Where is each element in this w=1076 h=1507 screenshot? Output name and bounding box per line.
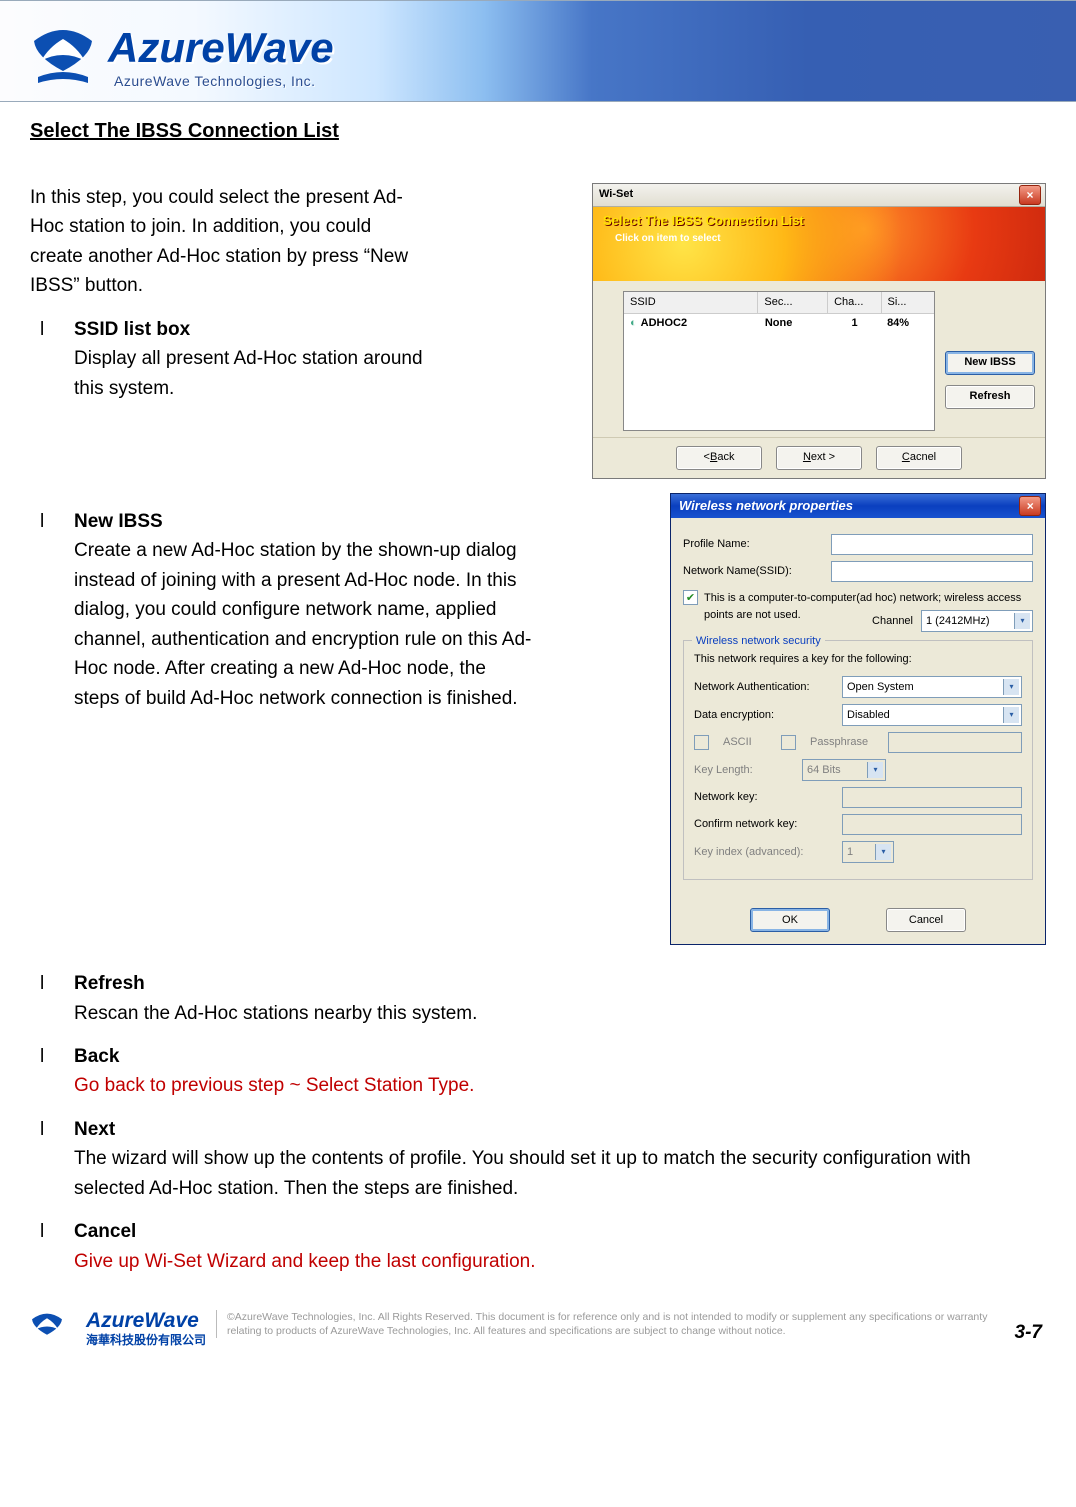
ascii-checkbox xyxy=(694,735,709,750)
item-title: New IBSS xyxy=(74,511,163,532)
item-body: Rescan the Ad-Hoc stations nearby this s… xyxy=(74,1003,477,1024)
col-sec: Sec... xyxy=(758,292,828,313)
keylen-label: Key Length: xyxy=(694,762,794,779)
netkey-input xyxy=(842,787,1022,808)
wiset-dialog: Wi-Set × Select The IBSS Connection List… xyxy=(592,183,1046,479)
ssid-input[interactable] xyxy=(831,561,1033,582)
brand-tagline: AzureWave Technologies, Inc. xyxy=(108,69,334,89)
passphrase-label: Passphrase xyxy=(810,734,880,751)
brand-name: AzureWave xyxy=(86,1310,199,1331)
chevron-down-icon: ▾ xyxy=(1003,707,1019,723)
intro-text: In this step, you could select the prese… xyxy=(30,183,410,301)
confkey-label: Confirm network key: xyxy=(694,816,834,833)
next-button[interactable]: Next > xyxy=(776,446,862,470)
item-title: Refresh xyxy=(74,973,145,994)
item-body: Display all present Ad-Hoc station aroun… xyxy=(74,348,423,398)
auth-select[interactable]: Open System▾ xyxy=(842,676,1022,698)
wnp-title: Wireless network properties xyxy=(679,496,853,516)
item-body: The wizard will show up the contents of … xyxy=(74,1148,971,1198)
item-title: Cancel xyxy=(74,1221,136,1242)
chevron-down-icon: ▾ xyxy=(1014,613,1030,629)
header-banner: AzureWave AzureWave Technologies, Inc. xyxy=(0,0,1076,102)
passphrase-input xyxy=(888,732,1022,753)
col-ssid: SSID xyxy=(624,292,758,313)
confkey-input xyxy=(842,814,1022,835)
item-body: Create a new Ad-Hoc station by the shown… xyxy=(74,540,531,708)
auth-label: Network Authentication: xyxy=(694,679,834,696)
keylen-select: 64 Bits▾ xyxy=(802,759,886,781)
wiset-header-title: Select The IBSS Connection List xyxy=(603,211,1035,231)
enc-label: Data encryption: xyxy=(694,707,834,724)
chevron-down-icon: ▾ xyxy=(875,844,891,860)
sec-text: This network requires a key for the foll… xyxy=(694,651,1022,668)
cancel-button[interactable]: Cacnel xyxy=(876,446,962,470)
col-si: Si... xyxy=(882,292,934,313)
profile-label: Profile Name: xyxy=(683,536,823,553)
ssid-listbox[interactable]: SSID Sec... Cha... Si... ◐ADHOC2 None 1 … xyxy=(623,291,935,431)
col-cha: Cha... xyxy=(828,292,881,313)
channel-label: Channel xyxy=(872,613,913,630)
security-fieldset: Wireless network security This network r… xyxy=(683,640,1033,880)
list-row[interactable]: ◐ADHOC2 None 1 84% xyxy=(624,314,934,333)
page-number: 3-7 xyxy=(1015,1322,1046,1344)
passphrase-checkbox xyxy=(781,735,796,750)
close-icon[interactable]: × xyxy=(1019,496,1041,516)
chevron-down-icon: ▾ xyxy=(1003,679,1019,695)
keyidx-label: Key index (advanced): xyxy=(694,844,834,861)
close-icon[interactable]: × xyxy=(1019,185,1041,205)
back-button[interactable]: < Back xyxy=(676,446,762,470)
item-title: Next xyxy=(74,1119,115,1140)
section-title: Select The IBSS Connection List xyxy=(30,116,1046,147)
fieldset-legend: Wireless network security xyxy=(692,633,825,650)
wiset-title: Wi-Set xyxy=(599,186,633,203)
new-ibss-button[interactable]: New IBSS xyxy=(945,351,1035,375)
item-title: Back xyxy=(74,1046,119,1067)
item-body: Give up Wi-Set Wizard and keep the last … xyxy=(74,1251,536,1272)
adhoc-icon: ◐ xyxy=(630,315,637,332)
ssid-label: Network Name(SSID): xyxy=(683,563,823,580)
adhoc-checkbox[interactable]: ✔ xyxy=(683,590,698,605)
item-body: Go back to previous step ~ Select Statio… xyxy=(74,1075,474,1096)
copyright-text: ©AzureWave Technologies, Inc. All Rights… xyxy=(216,1310,1005,1338)
brand-chinese: 海華科技股份有限公司 xyxy=(86,1331,206,1348)
azurewave-logo-icon xyxy=(30,1310,64,1344)
wiset-header-sub: Click on item to select xyxy=(603,231,1035,247)
profile-input[interactable] xyxy=(831,534,1033,555)
page-footer: AzureWave 海華科技股份有限公司 ©AzureWave Technolo… xyxy=(0,1310,1076,1356)
item-title: SSID list box xyxy=(74,319,190,340)
ok-button[interactable]: OK xyxy=(750,908,830,932)
azurewave-logo-icon xyxy=(30,23,96,89)
wireless-properties-dialog: Wireless network properties × Profile Na… xyxy=(670,493,1046,945)
netkey-label: Network key: xyxy=(694,789,834,806)
enc-select[interactable]: Disabled▾ xyxy=(842,704,1022,726)
ascii-label: ASCII xyxy=(723,734,773,751)
chevron-down-icon: ▾ xyxy=(867,762,883,778)
keyidx-select: 1▾ xyxy=(842,841,894,863)
channel-select[interactable]: 1 (2412MHz)▾ xyxy=(921,610,1033,632)
brand-name: AzureWave xyxy=(108,27,334,69)
cancel-button[interactable]: Cancel xyxy=(886,908,966,932)
refresh-button[interactable]: Refresh xyxy=(945,385,1035,409)
